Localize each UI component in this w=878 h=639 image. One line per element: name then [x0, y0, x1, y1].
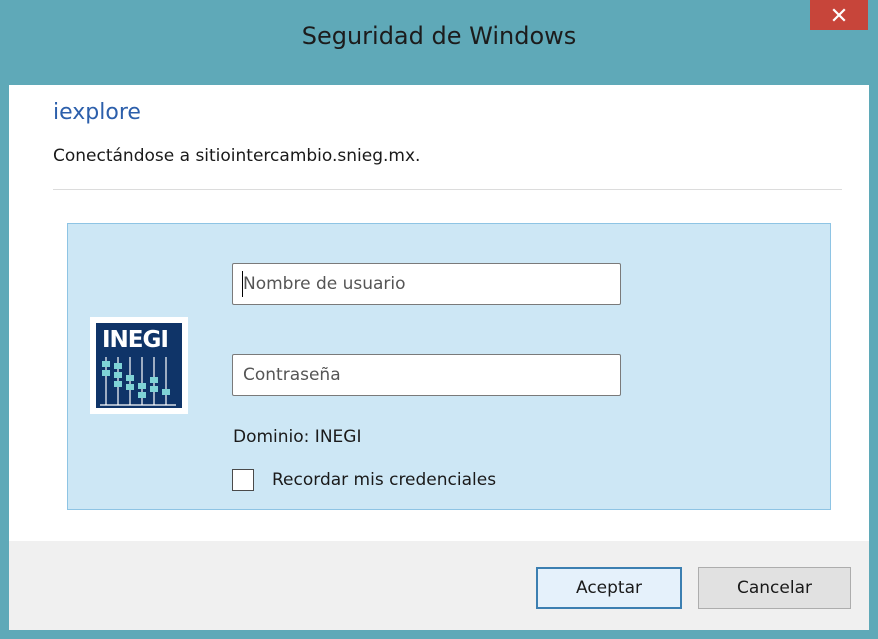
close-button[interactable] — [810, 0, 868, 30]
domain-text: Dominio: INEGI — [233, 427, 362, 447]
title-bar[interactable]: Seguridad de Windows — [0, 0, 878, 84]
cancel-button[interactable]: Cancelar — [698, 567, 851, 609]
username-field[interactable] — [232, 263, 621, 305]
password-field[interactable] — [232, 354, 621, 396]
text-caret — [242, 271, 243, 297]
connecting-text: Conectándose a sitiointercambio.snieg.mx… — [53, 146, 421, 166]
separator — [53, 189, 842, 190]
abacus-graphic — [100, 357, 176, 406]
ok-button[interactable]: Aceptar — [536, 567, 682, 609]
logo-background: INEGI — [96, 323, 182, 408]
remember-credentials[interactable]: Recordar mis credenciales — [232, 467, 496, 493]
remember-label: Recordar mis credenciales — [272, 470, 497, 490]
app-name: iexplore — [53, 100, 141, 125]
close-icon — [832, 8, 846, 22]
dialog-window: Seguridad de Windows iexplore Conectándo… — [0, 0, 878, 639]
remember-checkbox[interactable] — [232, 469, 254, 491]
dialog-title: Seguridad de Windows — [301, 22, 577, 50]
inegi-logo-icon: INEGI — [90, 317, 188, 414]
